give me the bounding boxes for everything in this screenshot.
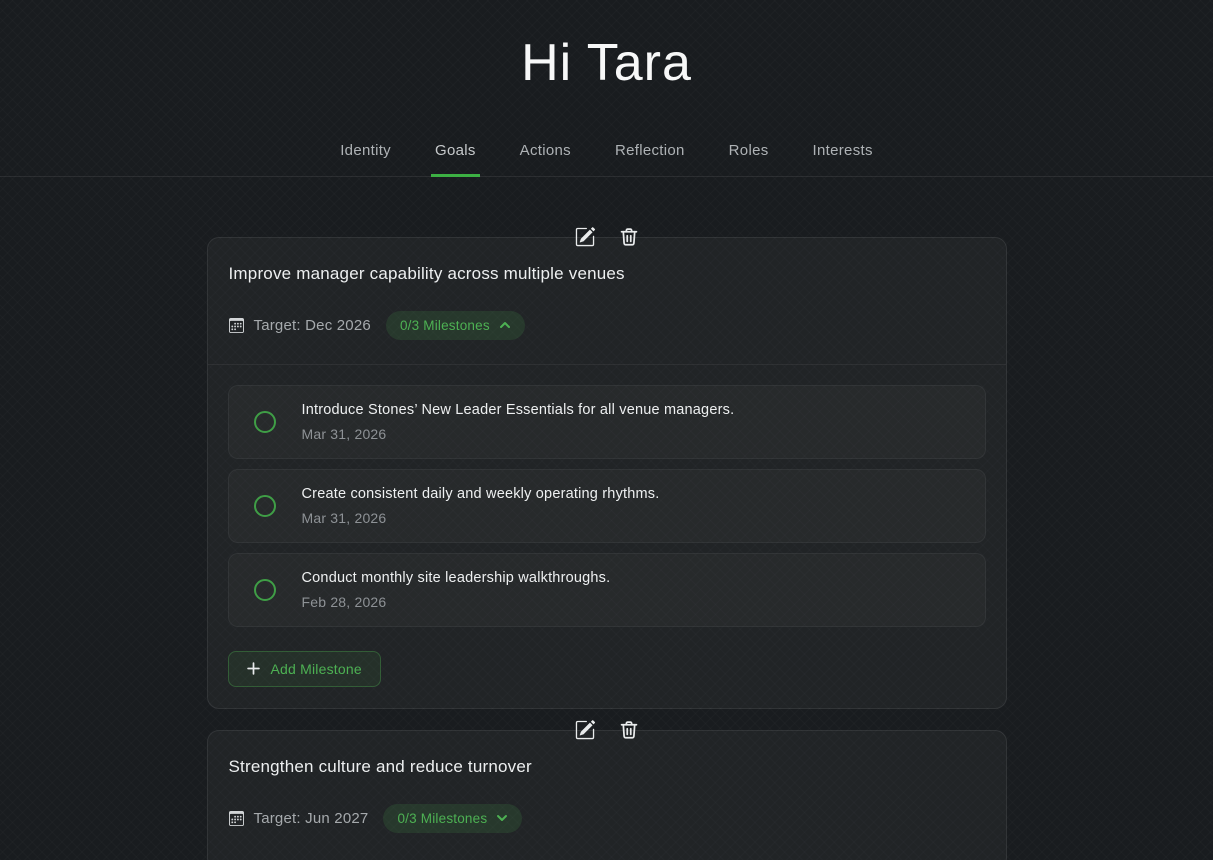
milestone-text: Introduce Stones’ New Leader Essentials …	[302, 402, 735, 442]
goal-card: Improve manager capability across multip…	[207, 237, 1007, 709]
calendar-icon	[229, 318, 244, 333]
milestone-checkbox-circle[interactable]	[254, 411, 276, 433]
goal-target-label: Target: Jun 2027	[254, 810, 369, 827]
add-milestone-label: Add Milestone	[271, 661, 362, 677]
milestone-title: Create consistent daily and weekly opera…	[302, 486, 660, 502]
milestone-checkbox-circle[interactable]	[254, 495, 276, 517]
tab-identity[interactable]: Identity	[340, 142, 391, 176]
goals-list: Improve manager capability across multip…	[207, 237, 1007, 860]
tab-goals[interactable]: Goals	[435, 142, 476, 176]
goal-actions	[574, 226, 639, 247]
milestone-date: Mar 31, 2026	[302, 510, 660, 526]
milestone-row: Create consistent daily and weekly opera…	[228, 469, 986, 543]
calendar-icon	[229, 811, 244, 826]
goal-card-header: Improve manager capability across multip…	[208, 238, 1006, 364]
tab-roles[interactable]: Roles	[729, 142, 769, 176]
edit-goal-icon[interactable]	[574, 719, 595, 740]
chevron-down-icon	[496, 812, 508, 824]
milestone-text: Conduct monthly site leadership walkthro…	[302, 570, 611, 610]
edit-goal-icon[interactable]	[574, 226, 595, 247]
goal-block: Improve manager capability across multip…	[207, 237, 1007, 709]
goal-title: Strengthen culture and reduce turnover	[229, 757, 985, 777]
milestone-text: Create consistent daily and weekly opera…	[302, 486, 660, 526]
goal-target-label: Target: Dec 2026	[254, 317, 371, 334]
milestone-row: Introduce Stones’ New Leader Essentials …	[228, 385, 986, 459]
goal-target-row: Target: Jun 2027 0/3 Milestones	[229, 804, 985, 833]
page-title: Hi Tara	[0, 0, 1213, 98]
delete-goal-icon[interactable]	[618, 226, 639, 247]
milestones-badge-label: 0/3 Milestones	[400, 318, 490, 333]
goal-title: Improve manager capability across multip…	[229, 264, 985, 284]
milestone-date: Feb 28, 2026	[302, 594, 611, 610]
tab-actions[interactable]: Actions	[520, 142, 571, 176]
add-milestone-button[interactable]: Add Milestone	[228, 651, 381, 687]
tab-reflection[interactable]: Reflection	[615, 142, 685, 176]
goal-card-header: Strengthen culture and reduce turnover T…	[208, 731, 1006, 860]
milestone-title: Conduct monthly site leadership walkthro…	[302, 570, 611, 586]
goal-actions	[574, 719, 639, 740]
milestone-date: Mar 31, 2026	[302, 426, 735, 442]
delete-goal-icon[interactable]	[618, 719, 639, 740]
tab-interests[interactable]: Interests	[813, 142, 873, 176]
milestones-badge[interactable]: 0/3 Milestones	[386, 311, 525, 340]
milestones-badge[interactable]: 0/3 Milestones	[383, 804, 522, 833]
milestones-section: Introduce Stones’ New Leader Essentials …	[208, 364, 1006, 708]
milestone-checkbox-circle[interactable]	[254, 579, 276, 601]
milestones-badge-label: 0/3 Milestones	[397, 811, 487, 826]
chevron-up-icon	[499, 319, 511, 331]
main-nav: Identity Goals Actions Reflection Roles …	[0, 142, 1213, 177]
plus-icon	[247, 662, 260, 675]
goal-block: Strengthen culture and reduce turnover T…	[207, 730, 1007, 860]
goal-target-row: Target: Dec 2026 0/3 Milestones	[229, 311, 985, 340]
milestone-title: Introduce Stones’ New Leader Essentials …	[302, 402, 735, 418]
goal-card: Strengthen culture and reduce turnover T…	[207, 730, 1007, 860]
milestone-row: Conduct monthly site leadership walkthro…	[228, 553, 986, 627]
